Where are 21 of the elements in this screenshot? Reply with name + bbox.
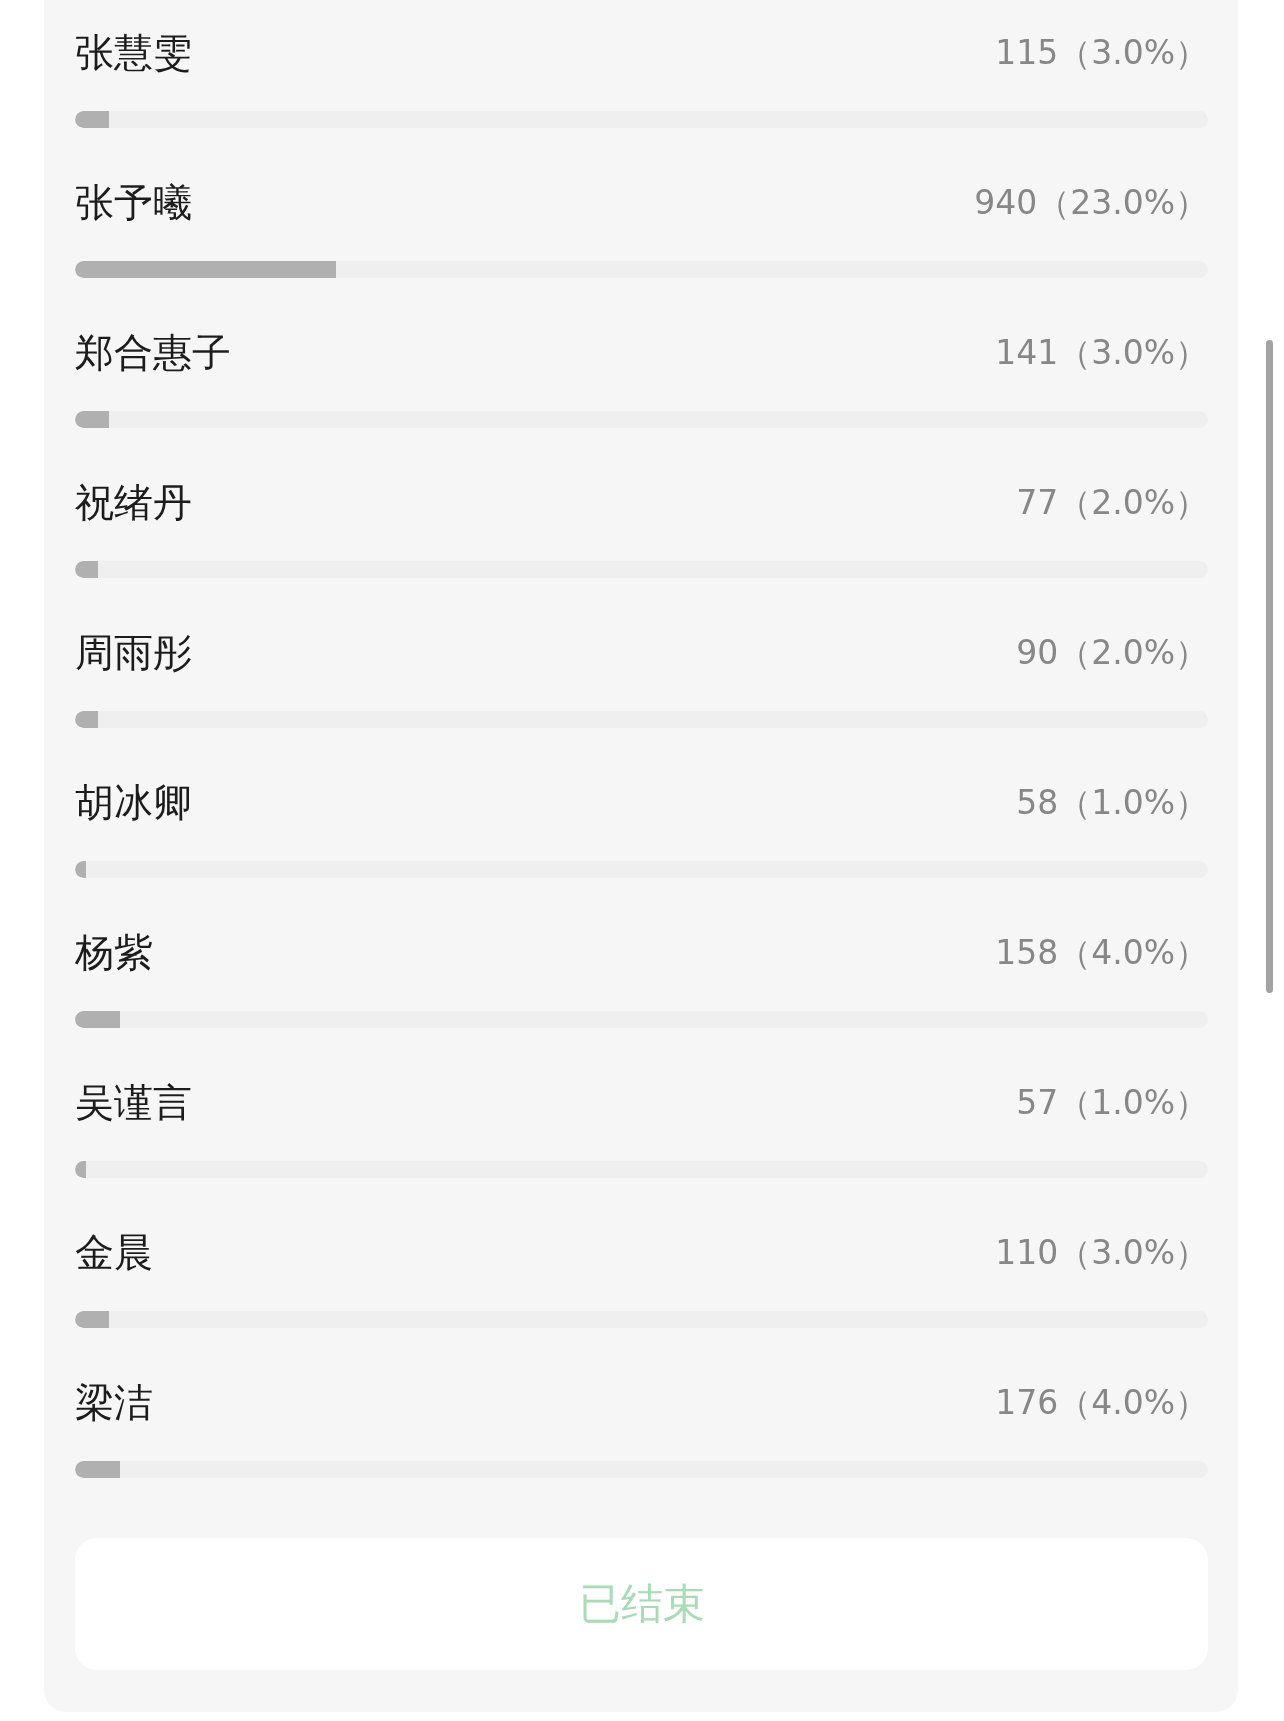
option-name: 周雨彤 bbox=[75, 629, 192, 677]
vote-count: 176（4.0%） bbox=[995, 1382, 1208, 1424]
option-name: 梁洁 bbox=[75, 1379, 153, 1427]
option-name: 张慧雯 bbox=[75, 29, 192, 77]
vote-count: 57（1.0%） bbox=[1016, 1082, 1208, 1124]
option-name: 张予曦 bbox=[75, 179, 192, 227]
vote-count: 77（2.0%） bbox=[1016, 482, 1208, 524]
vote-count: 110（3.0%） bbox=[995, 1232, 1208, 1274]
option-name: 杨紫 bbox=[75, 929, 153, 977]
vote-count: 141（3.0%） bbox=[995, 332, 1208, 374]
scrollbar[interactable] bbox=[1266, 340, 1273, 993]
option-name: 吴谨言 bbox=[75, 1079, 192, 1127]
option-name: 胡冰卿 bbox=[75, 779, 192, 827]
vote-count: 90（2.0%） bbox=[1016, 632, 1208, 674]
vote-count: 158（4.0%） bbox=[995, 932, 1208, 974]
option-name: 祝绪丹 bbox=[75, 479, 192, 527]
vote-count: 115（3.0%） bbox=[995, 32, 1208, 74]
option-name: 郑合惠子 bbox=[75, 329, 231, 377]
vote-count: 940（23.0%） bbox=[974, 182, 1208, 224]
vote-count: 58（1.0%） bbox=[1016, 782, 1208, 824]
option-name: 金晨 bbox=[75, 1229, 153, 1277]
